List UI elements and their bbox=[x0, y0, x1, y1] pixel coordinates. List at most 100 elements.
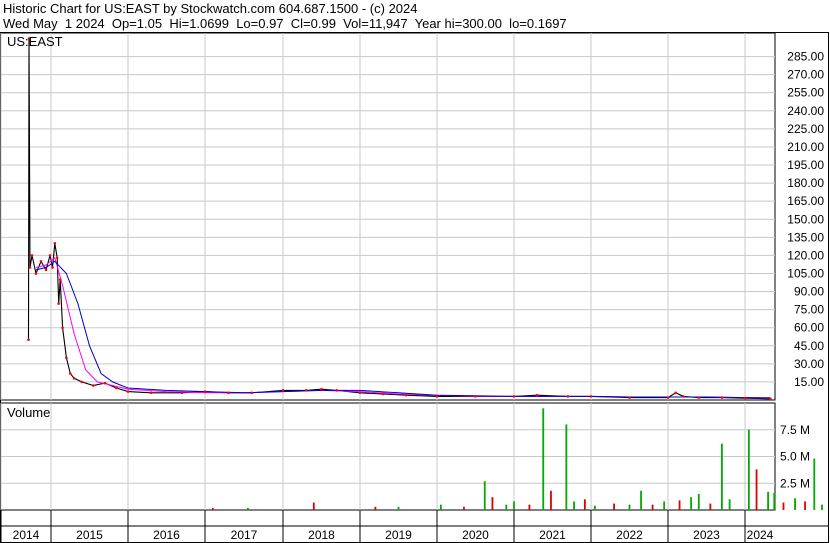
price-close-point bbox=[28, 266, 32, 269]
price-close-point bbox=[697, 396, 701, 399]
volume-bar bbox=[542, 408, 545, 510]
x-tick-label: 2023 bbox=[693, 528, 720, 542]
price-close-point bbox=[281, 389, 285, 392]
price-close-point bbox=[404, 393, 408, 397]
price-close-point bbox=[51, 266, 54, 269]
volume-bar bbox=[663, 501, 666, 510]
volume-bar bbox=[755, 469, 758, 510]
price-panel-label: US:EAST bbox=[7, 34, 63, 49]
volume-bar bbox=[767, 491, 769, 510]
price-close-point bbox=[666, 396, 670, 399]
price-y-tick-label: 120.00 bbox=[787, 248, 824, 262]
price-close-point bbox=[68, 372, 72, 375]
volume-y-tick-label: 5.0 M bbox=[780, 450, 810, 464]
axis-frame bbox=[0, 32, 829, 543]
x-tick-label: 2024 bbox=[747, 528, 774, 542]
volume-bar bbox=[211, 507, 214, 510]
x-tick-label: 2022 bbox=[616, 528, 643, 542]
price-close-point bbox=[628, 396, 631, 399]
volume-bar bbox=[463, 506, 465, 510]
price-close-point bbox=[55, 256, 59, 260]
long-moving-average-line bbox=[35, 260, 771, 399]
price-close-point bbox=[149, 391, 153, 395]
volume-bar bbox=[794, 498, 796, 510]
price-y-tick-label: 60.00 bbox=[794, 321, 824, 335]
volume-bar bbox=[565, 424, 568, 510]
price-close-point bbox=[381, 392, 385, 396]
volume-bar bbox=[483, 481, 486, 510]
volume-bar bbox=[374, 506, 377, 510]
price-y-tick-label: 30.00 bbox=[794, 357, 824, 371]
x-tick-label: 2018 bbox=[308, 528, 335, 542]
y-tick-labels: 285.00 270.00 255.00 240.00 225.00 210.00 195.… bbox=[787, 50, 824, 389]
price-y-tick-label: 45.00 bbox=[794, 339, 824, 353]
price-close-point bbox=[65, 356, 68, 360]
price-y-tick-label: 285.00 bbox=[787, 50, 824, 64]
price-close-point bbox=[39, 260, 43, 263]
x-tick-labels: 2014 2015 2016 2017 2018 2019 2020 2021 2022 2023… bbox=[13, 528, 774, 542]
grid-layer bbox=[0, 33, 775, 542]
price-close-point bbox=[512, 395, 516, 398]
volume-bar bbox=[678, 500, 681, 510]
x-tick-label: 2019 bbox=[385, 528, 412, 542]
x-tick-label: 2014 bbox=[13, 528, 40, 542]
x-tick-label: 2015 bbox=[76, 528, 103, 542]
price-close-point bbox=[48, 254, 52, 257]
volume-bar bbox=[628, 504, 631, 510]
price-close-point bbox=[335, 389, 339, 392]
volume-bar bbox=[583, 499, 586, 510]
historic-chart: 285.00 270.00 255.00 240.00 225.00 210.00 195.… bbox=[0, 32, 829, 543]
volume-bar bbox=[550, 490, 552, 510]
price-close-point bbox=[674, 391, 677, 395]
price-close-point bbox=[27, 338, 30, 342]
volume-bar bbox=[613, 503, 615, 510]
volume-bar bbox=[505, 504, 508, 510]
volume-bar bbox=[821, 504, 823, 510]
price-y-tick-label: 15.00 bbox=[794, 375, 824, 389]
price-y-tick-label: 210.00 bbox=[787, 140, 824, 154]
price-close-point bbox=[589, 395, 593, 398]
price-close-point bbox=[320, 387, 323, 391]
volume-bar bbox=[804, 501, 806, 510]
price-y-tick-label: 150.00 bbox=[787, 212, 824, 226]
volume-bar bbox=[593, 505, 596, 510]
x-tick-label: 2017 bbox=[231, 528, 258, 542]
price-close-point bbox=[769, 397, 772, 401]
volume-bars-layer bbox=[211, 408, 823, 510]
volume-bar bbox=[491, 497, 494, 510]
price-y-tick-label: 270.00 bbox=[787, 68, 824, 82]
price-close-point bbox=[203, 390, 207, 393]
price-close-point bbox=[566, 395, 570, 398]
price-close-point bbox=[44, 268, 48, 272]
volume-y-tick-label: 2.5 M bbox=[780, 476, 810, 490]
price-close-point bbox=[358, 391, 362, 395]
price-close-point bbox=[682, 395, 685, 398]
price-close-point bbox=[743, 396, 747, 400]
volume-bar bbox=[813, 458, 816, 510]
price-y-tick-label: 165.00 bbox=[787, 194, 824, 208]
volume-tick-labels: 7.5 M 5.0 M 2.5 M bbox=[780, 423, 810, 491]
price-close-point bbox=[304, 389, 308, 392]
price-close-point bbox=[103, 381, 107, 385]
volume-panel-label: Volume bbox=[7, 405, 50, 420]
volume-bar bbox=[247, 507, 249, 510]
price-y-tick-label: 180.00 bbox=[787, 176, 824, 190]
volume-bar bbox=[513, 501, 515, 510]
price-close-point bbox=[250, 391, 254, 395]
volume-bar bbox=[782, 502, 785, 510]
price-close-point bbox=[30, 254, 34, 257]
price-close-point bbox=[535, 393, 539, 397]
price-y-tick-label: 240.00 bbox=[787, 104, 824, 118]
price-close-point bbox=[435, 395, 439, 398]
x-tick-label: 2020 bbox=[462, 528, 489, 542]
volume-bar bbox=[312, 502, 315, 510]
price-close-point bbox=[720, 396, 724, 399]
volume-bar bbox=[773, 492, 776, 510]
price-panel-frame bbox=[0, 32, 776, 401]
price-y-tick-label: 75.00 bbox=[794, 303, 824, 317]
price-close-point bbox=[474, 395, 477, 398]
price-close-point bbox=[57, 302, 60, 305]
price-y-tick-label: 135.00 bbox=[787, 230, 824, 244]
price-close-point bbox=[180, 391, 184, 395]
volume-bar bbox=[747, 429, 750, 510]
